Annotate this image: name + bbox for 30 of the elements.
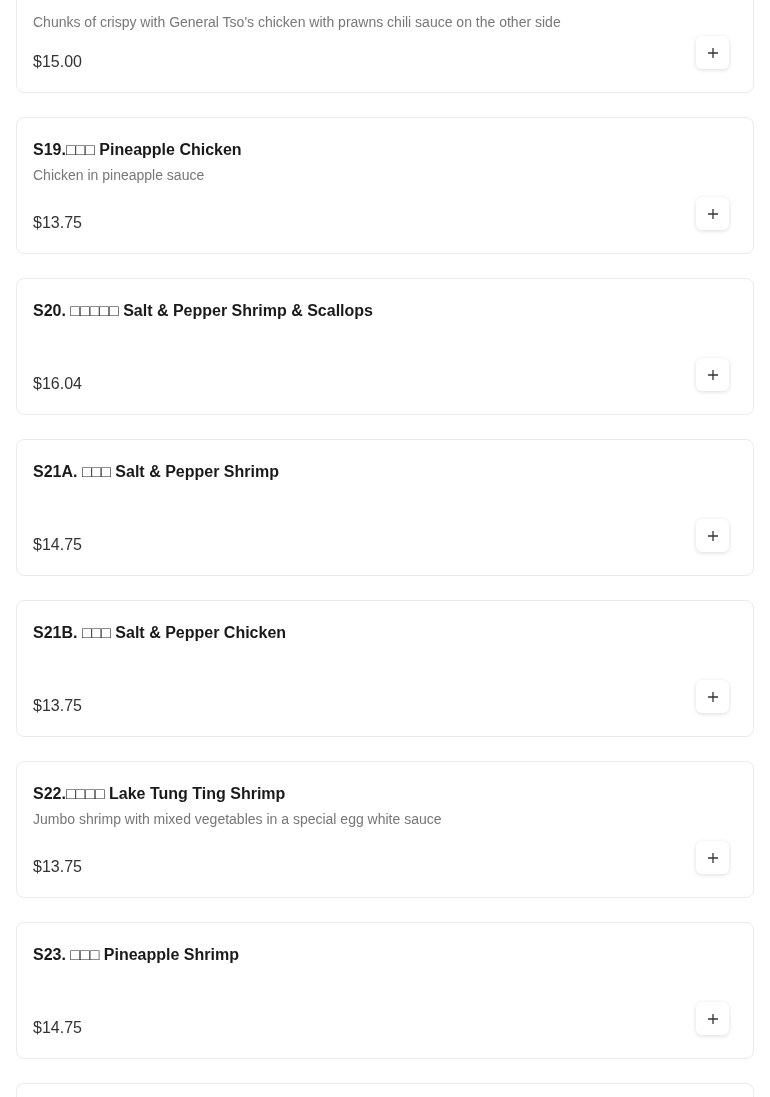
item-price: $15.00 — [33, 52, 82, 72]
add-button[interactable] — [696, 1002, 729, 1035]
item-name: S20. □□□□□ Salt & Pepper Shrimp & Scallops — [33, 301, 374, 321]
add-button[interactable] — [696, 519, 729, 552]
add-button[interactable] — [696, 197, 729, 230]
item-price: $14.75 — [33, 1018, 82, 1038]
plus-icon — [707, 852, 718, 863]
plus-icon — [707, 1013, 718, 1024]
item-price: $14.75 — [33, 535, 82, 555]
item-name: S22.□□□□ Lake Tung Ting Shrimp — [33, 784, 287, 804]
plus-icon — [707, 691, 718, 702]
item-name: S19.□□□ Pineapple Chicken — [33, 140, 243, 160]
item-name: S21A. □□□ Salt & Pepper Shrimp — [33, 462, 280, 482]
item-price: $13.75 — [33, 213, 82, 233]
item-price: $13.75 — [33, 696, 82, 716]
plus-icon — [707, 530, 718, 541]
add-button[interactable] — [696, 358, 729, 391]
add-button[interactable] — [696, 36, 729, 69]
item-name: S23. □□□ Pineapple Shrimp — [33, 945, 240, 965]
add-button[interactable] — [696, 841, 729, 874]
plus-icon — [707, 47, 718, 58]
item-price: $13.75 — [33, 857, 82, 877]
item-description: Jumbo shrimp with mixed vegetables in a special egg white sauce — [33, 810, 443, 828]
plus-icon — [707, 208, 718, 219]
item-description: Chicken in pineapple sauce — [33, 166, 206, 184]
item-price: $16.04 — [33, 374, 82, 394]
item-description: Chunks of crispy with General Tso's chicken with prawns chili sauce on the other side — [33, 13, 562, 31]
plus-icon — [707, 369, 718, 380]
add-button[interactable] — [696, 680, 729, 713]
item-name: S21B. □□□ Salt & Pepper Chicken — [33, 623, 288, 643]
